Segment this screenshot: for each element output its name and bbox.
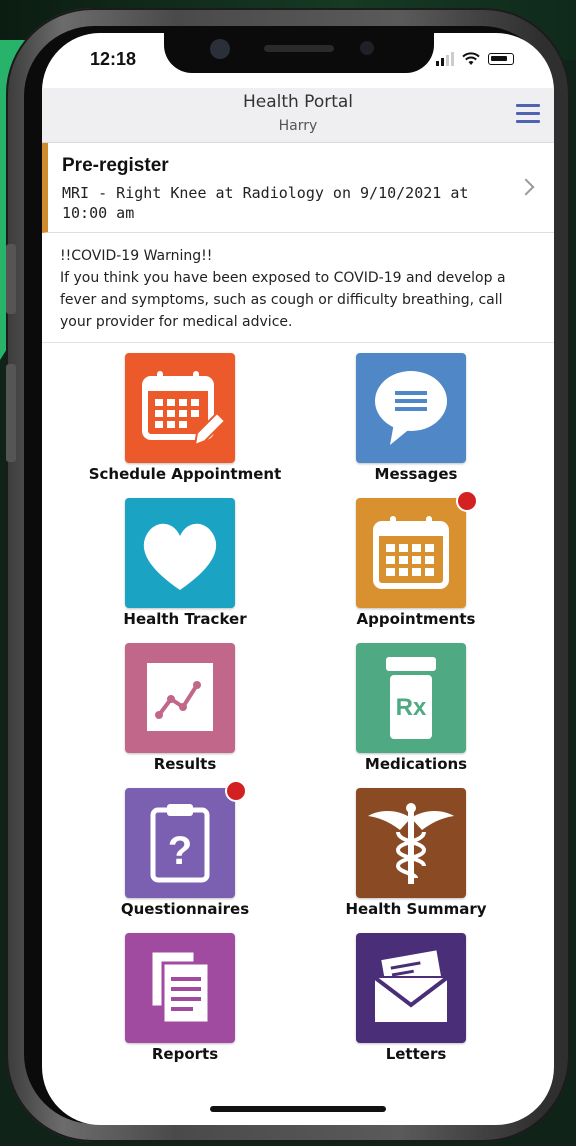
notch	[164, 33, 434, 73]
tile-schedule-appointment[interactable]: Schedule Appointment	[70, 343, 300, 483]
page-title: Health Portal	[242, 92, 354, 112]
svg-text:Rx: Rx	[396, 694, 427, 721]
tile-label: Messages	[374, 465, 458, 483]
status-icons	[436, 51, 514, 67]
line-chart-icon	[147, 663, 213, 731]
tile-health-tracker[interactable]: Health Tracker	[70, 488, 300, 628]
app-screen: 12:18 Health Portal Harry Pre-register M…	[42, 33, 554, 1125]
tile-letters[interactable]: Letters	[301, 923, 531, 1063]
volume-down-button	[6, 364, 16, 462]
tile-appointments[interactable]: Appointments	[301, 488, 531, 628]
health-summary-box	[356, 788, 466, 898]
covid-warning-heading: !!COVID-19 Warning!!	[60, 248, 213, 264]
tile-reports[interactable]: Reports	[70, 923, 300, 1063]
results-box	[125, 643, 235, 753]
tile-health-summary[interactable]: Health Summary	[301, 778, 531, 918]
messages-box	[356, 353, 466, 463]
camera-icon	[210, 39, 230, 59]
calendar-edit-icon	[142, 371, 227, 447]
tile-label: Questionnaires	[120, 900, 250, 918]
wifi-icon	[462, 52, 480, 65]
tile-messages[interactable]: Messages	[301, 343, 531, 483]
tile-questionnaires[interactable]: ? Questionnaires	[70, 778, 300, 918]
app-header: Health Portal Harry	[42, 88, 554, 143]
hamburger-menu-icon[interactable]	[516, 104, 540, 124]
chat-bubble-icon	[375, 371, 447, 445]
chevron-right-icon	[517, 178, 535, 196]
signal-icon	[436, 52, 454, 66]
preregister-card[interactable]: Pre-register MRI - Right Knee at Radiolo…	[42, 143, 554, 233]
envelope-icon	[372, 950, 450, 1024]
tile-label: Health Summary	[345, 900, 487, 918]
calendar-icon	[373, 516, 449, 589]
tile-medications[interactable]: Rx Medications	[301, 633, 531, 773]
tile-label: Medications	[364, 755, 468, 773]
reports-box	[125, 933, 235, 1043]
pill-bottle-icon: Rx	[386, 657, 436, 739]
sensor-dot	[360, 41, 374, 55]
letters-box	[356, 933, 466, 1043]
tile-label: Results	[153, 755, 217, 773]
documents-icon	[149, 949, 211, 1025]
svg-text:?: ?	[168, 829, 192, 873]
appointments-box	[356, 498, 466, 608]
caduceus-icon	[368, 803, 454, 884]
status-time: 12:18	[90, 49, 137, 69]
questionnaires-box: ?	[125, 788, 235, 898]
tile-results[interactable]: Results	[70, 633, 300, 773]
tile-label: Appointments	[356, 610, 476, 628]
heart-icon	[143, 523, 217, 590]
covid-warning: !!COVID-19 Warning!! If you think you ha…	[42, 233, 554, 343]
notification-badge	[456, 490, 478, 512]
volume-up-button	[6, 244, 16, 314]
preregister-title: Pre-register	[62, 155, 169, 176]
tile-label: Health Tracker	[123, 610, 247, 628]
covid-warning-body: If you think you have been exposed to CO…	[60, 270, 506, 330]
notification-badge	[225, 780, 247, 802]
medications-box: Rx	[356, 643, 466, 753]
battery-icon	[488, 53, 514, 65]
health-tracker-box	[125, 498, 235, 608]
clipboard-question-icon: ?	[150, 804, 210, 883]
user-name: Harry	[278, 118, 318, 134]
preregister-detail: MRI - Right Knee at Radiology on 9/10/20…	[62, 184, 469, 222]
tile-label: Letters	[385, 1045, 447, 1063]
home-indicator[interactable]	[210, 1106, 386, 1112]
tile-label: Reports	[151, 1045, 219, 1063]
schedule-appointment-box	[125, 353, 235, 463]
tile-label: Schedule Appointment	[88, 465, 282, 483]
speaker-grille	[264, 45, 334, 52]
